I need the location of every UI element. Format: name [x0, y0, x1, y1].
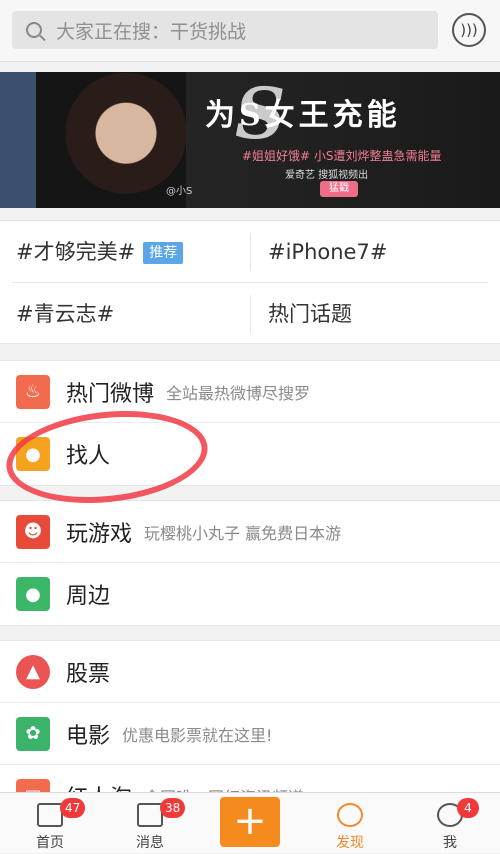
banner-logos: 爱奇艺 搜狐视频出	[285, 170, 369, 181]
banner-prev-peek	[0, 72, 36, 208]
tab-label: 发现	[336, 835, 364, 851]
row-title: 热门微博	[66, 381, 155, 407]
fire-icon: ♨	[16, 374, 50, 409]
unread-badge: 47	[60, 798, 86, 818]
tab-label: 首页	[36, 835, 64, 851]
film-icon: ✿	[16, 716, 50, 751]
list-item-games[interactable]: ☻ 玩游戏 玩樱桃小丸子 赢免费日本游	[0, 501, 500, 563]
divider	[12, 282, 488, 283]
topic-label: #青云志#	[16, 302, 115, 326]
list-item-movies[interactable]: ✿ 电影 优惠电影票就在这里!	[0, 703, 500, 765]
compose-button[interactable]: +	[220, 797, 280, 847]
tab-me[interactable]: 4 我	[405, 793, 495, 854]
recommend-tag: 推荐	[143, 242, 184, 264]
top-bar: 大家正在搜：干货挑战 )))	[0, 0, 500, 62]
list-section: ♨ 热门微博 全站最热微博尽搜罗 ● 找人	[0, 360, 500, 486]
topic-label: 热门话题	[268, 302, 352, 326]
search-icon	[26, 22, 42, 38]
banner-handle: @小S	[166, 186, 193, 197]
banner-photo	[36, 72, 186, 208]
row-title: 周边	[66, 584, 111, 609]
row-title: 玩游戏	[66, 521, 133, 547]
topic-item[interactable]: #iPhone7#	[250, 221, 500, 283]
list-item-hot-weibo[interactable]: ♨ 热门微博 全站最热微博尽搜罗	[0, 361, 500, 423]
divider	[250, 233, 251, 271]
list-item-stocks[interactable]: ▲ 股票	[0, 641, 500, 703]
tab-home[interactable]: 47 首页	[5, 793, 95, 854]
row-title: 电影	[66, 723, 111, 749]
voice-icon[interactable]: )))	[452, 13, 486, 47]
list-item-find-people[interactable]: ● 找人	[0, 423, 500, 485]
tab-label: 消息	[136, 835, 164, 851]
topic-label: #才够完美#	[16, 240, 136, 264]
discover-icon	[337, 803, 363, 827]
banner-headline: 为S女王充能	[205, 98, 401, 133]
unread-badge: 38	[160, 798, 186, 818]
topic-item[interactable]: 热门话题	[250, 283, 500, 345]
row-title: 股票	[66, 661, 111, 687]
tab-label: 我	[443, 835, 457, 851]
tab-discover[interactable]: 发现	[305, 793, 395, 854]
tab-messages[interactable]: 38 消息	[105, 793, 195, 854]
divider	[250, 295, 251, 333]
promo-banner[interactable]: S 为S女王充能 #姐姐好饿# 小S遭刘烨整蛊急需能量 爱奇艺 搜狐视频出 猛戳…	[0, 72, 500, 208]
row-title: 找人	[66, 444, 111, 469]
banner-subtitle: #姐姐好饿# 小S遭刘烨整蛊急需能量	[242, 149, 442, 163]
game-icon: ☻	[16, 514, 50, 549]
unread-badge: 4	[457, 798, 479, 818]
person-search-icon: ●	[16, 437, 50, 471]
row-subtitle: 全站最热微博尽搜罗	[166, 383, 311, 403]
topic-item[interactable]: #青云志#	[0, 283, 250, 345]
topic-label: #iPhone7#	[268, 240, 388, 264]
banner-cta-button[interactable]: 猛戳	[320, 181, 358, 197]
row-subtitle: 优惠电影票就在这里!	[122, 725, 273, 745]
list-item-nearby[interactable]: ● 周边	[0, 563, 500, 625]
row-subtitle: 玩樱桃小丸子 赢免费日本游	[144, 523, 342, 543]
topic-item[interactable]: #才够完美# 推荐	[0, 221, 250, 283]
search-placeholder: 大家正在搜：干货挑战	[56, 20, 247, 43]
location-icon: ●	[16, 577, 50, 611]
list-section: ☻ 玩游戏 玩樱桃小丸子 赢免费日本游 ● 周边	[0, 500, 500, 626]
stock-icon: ▲	[16, 654, 50, 689]
topic-grid: #才够完美# 推荐 #iPhone7# #青云志# 热门话题	[0, 220, 500, 344]
search-input[interactable]: 大家正在搜：干货挑战	[12, 11, 438, 49]
